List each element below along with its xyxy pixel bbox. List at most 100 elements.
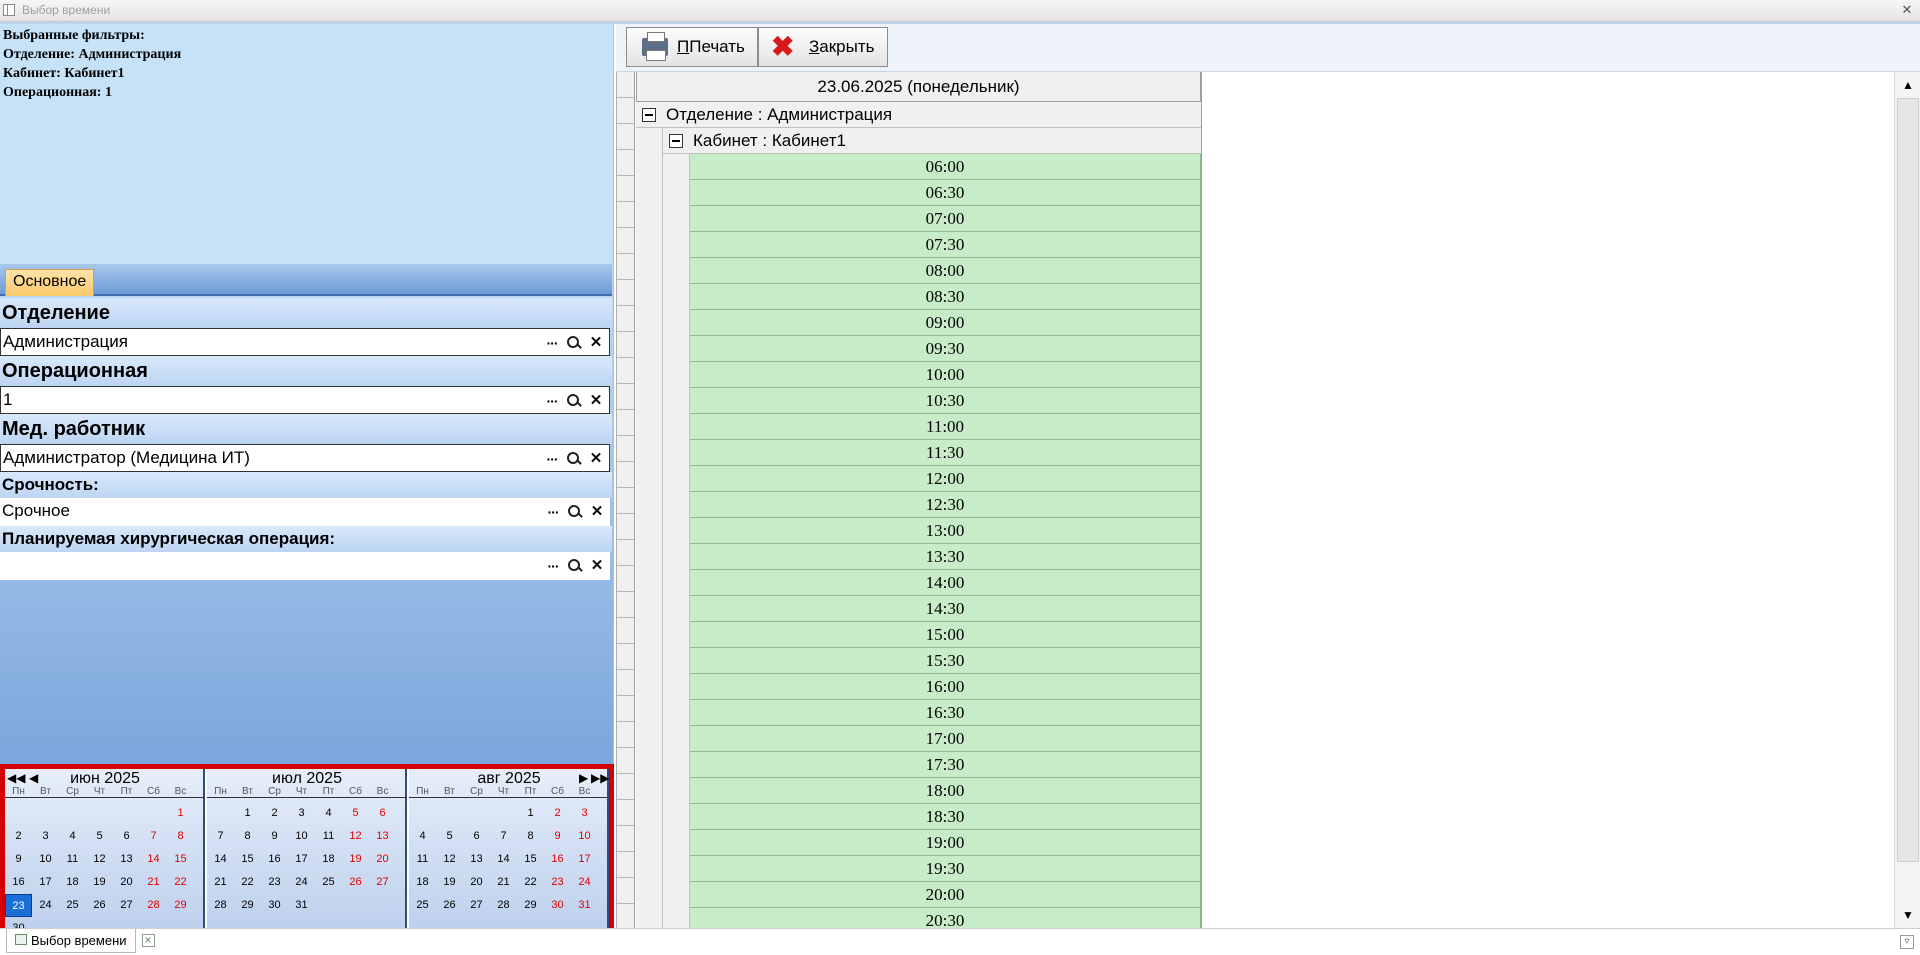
calendar-day[interactable]: 26 [86,894,113,917]
calendar-day[interactable]: 22 [234,871,261,894]
collapse-cabinet-icon[interactable] [669,134,683,148]
time-slot[interactable]: 11:30 [690,440,1201,466]
calendar-day[interactable]: 14 [490,848,517,871]
calendar-day[interactable]: 23 [5,894,32,917]
calendar-day[interactable]: 10 [288,825,315,848]
calendar-day[interactable]: 2 [5,825,32,848]
calendar-day[interactable]: 12 [436,848,463,871]
calendar-day[interactable]: 10 [571,825,598,848]
vertical-scrollbar[interactable]: ▲ ▼ [1894,72,1920,928]
time-slot[interactable]: 16:30 [690,700,1201,726]
calendar-day[interactable]: 28 [140,894,167,917]
operating-room-clear-icon[interactable]: ✕ [585,390,607,412]
calendar-day[interactable]: 4 [59,825,86,848]
calendar-day[interactable]: 5 [436,825,463,848]
calendar-day[interactable]: 11 [315,825,342,848]
calendar-day[interactable]: 15 [517,848,544,871]
calendar-day[interactable]: 1 [167,802,194,825]
calendar-day[interactable]: 21 [207,871,234,894]
time-slot[interactable]: 10:30 [690,388,1201,414]
calendar-day[interactable]: 13 [369,825,396,848]
calendar-day[interactable]: 5 [86,825,113,848]
calendar-day[interactable]: 30 [261,894,288,917]
calendar-day[interactable]: 8 [167,825,194,848]
calendar-day[interactable]: 13 [113,848,140,871]
calendar-day[interactable]: 4 [409,825,436,848]
time-slot[interactable]: 18:00 [690,778,1201,804]
calendar-day[interactable]: 2 [261,802,288,825]
surgery-clear-icon[interactable]: ✕ [586,555,608,577]
tabs-menu-icon[interactable]: ▿ [1900,935,1914,949]
calendar-day[interactable]: 25 [409,894,436,917]
calendar-day[interactable]: 11 [59,848,86,871]
department-clear-icon[interactable]: ✕ [585,332,607,354]
close-button[interactable]: ✖ Закрыть [758,27,888,67]
calendar-day[interactable]: 6 [463,825,490,848]
time-slot[interactable]: 16:00 [690,674,1201,700]
calendar-day[interactable]: 23 [261,871,288,894]
calendar-day[interactable]: 1 [234,802,261,825]
date-column-header[interactable]: 23.06.2025 (понедельник) [636,72,1201,102]
time-slot[interactable]: 12:30 [690,492,1201,518]
surgery-ellipsis-button[interactable]: ··· [542,555,564,577]
calendar-day[interactable]: 19 [86,871,113,894]
calendar-day[interactable]: 19 [342,848,369,871]
calendar-day[interactable]: 17 [571,848,598,871]
time-slot[interactable]: 14:30 [690,596,1201,622]
time-slot[interactable]: 20:30 [690,908,1201,928]
time-slot[interactable]: 09:00 [690,310,1201,336]
calendar-day[interactable]: 17 [288,848,315,871]
calendar-day[interactable]: 29 [234,894,261,917]
next-year-icon[interactable]: ▶▶ [591,771,609,785]
calendar-day[interactable]: 16 [261,848,288,871]
medic-search-icon[interactable] [563,448,585,470]
time-slot[interactable]: 07:30 [690,232,1201,258]
calendar-day[interactable]: 24 [32,894,59,917]
calendar-day[interactable]: 4 [315,802,342,825]
calendar-day[interactable]: 31 [571,894,598,917]
urgency-ellipsis-button[interactable]: ··· [542,501,564,523]
time-slot[interactable]: 08:00 [690,258,1201,284]
calendar-day[interactable]: 20 [369,848,396,871]
calendar-day[interactable]: 24 [571,871,598,894]
urgency-search-icon[interactable] [564,501,586,523]
time-slot[interactable]: 10:00 [690,362,1201,388]
calendar-day[interactable]: 27 [369,871,396,894]
time-slot[interactable]: 19:00 [690,830,1201,856]
time-slot[interactable]: 06:30 [690,180,1201,206]
calendar-day[interactable]: 21 [490,871,517,894]
time-slot[interactable]: 17:00 [690,726,1201,752]
scroll-up-icon[interactable]: ▲ [1896,74,1920,96]
calendar-day[interactable]: 26 [436,894,463,917]
surgery-field[interactable]: ··· ✕ [0,552,610,580]
calendar-day[interactable]: 30 [544,894,571,917]
time-slot[interactable]: 11:00 [690,414,1201,440]
calendar-day[interactable]: 6 [369,802,396,825]
calendar-day[interactable]: 14 [140,848,167,871]
calendar-day[interactable]: 9 [5,848,32,871]
calendar-day[interactable]: 27 [463,894,490,917]
calendar-day[interactable]: 20 [113,871,140,894]
next-month-icon[interactable]: ▶ [579,771,588,785]
calendar-day[interactable]: 13 [463,848,490,871]
medic-field[interactable]: Администратор (Медицина ИТ) ··· ✕ [0,444,610,472]
calendar-day[interactable]: 8 [234,825,261,848]
calendar-day[interactable]: 18 [409,871,436,894]
department-field[interactable]: Администрация ··· ✕ [0,328,610,356]
urgency-field[interactable]: Срочное ··· ✕ [0,498,610,526]
operating-room-field[interactable]: 1 ··· ✕ [0,386,610,414]
calendar-day[interactable]: 7 [490,825,517,848]
surgery-search-icon[interactable] [564,555,586,577]
calendar-day[interactable]: 22 [167,871,194,894]
medic-ellipsis-button[interactable]: ··· [541,448,563,470]
calendar-day[interactable]: 29 [167,894,194,917]
group-cabinet[interactable]: Кабинет : Кабинет1 [663,128,1201,154]
calendar-day[interactable]: 21 [140,871,167,894]
time-slot[interactable]: 14:00 [690,570,1201,596]
calendar-day[interactable]: 19 [436,871,463,894]
time-slot[interactable]: 09:30 [690,336,1201,362]
operating-room-ellipsis-button[interactable]: ··· [541,390,563,412]
urgency-clear-icon[interactable]: ✕ [586,501,608,523]
calendar-day[interactable]: 9 [261,825,288,848]
calendar-day[interactable]: 2 [544,802,571,825]
